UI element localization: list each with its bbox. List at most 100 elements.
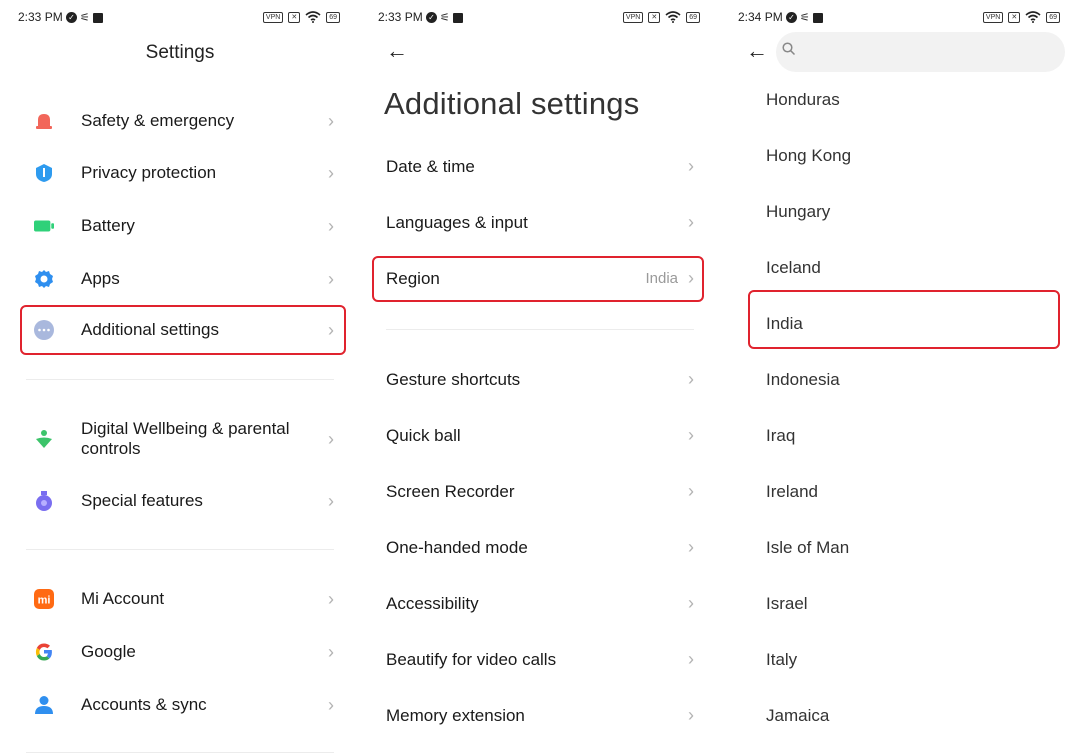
region-item[interactable]: Ireland: [748, 462, 1060, 520]
region-item[interactable]: Iceland: [748, 238, 1060, 296]
region-item[interactable]: Israel: [748, 574, 1060, 632]
region-label: Isle of Man: [766, 538, 850, 557]
settings-item-additional[interactable]: Additional settings ›: [20, 305, 346, 355]
settings-item-accessibility[interactable]: Accessibility ›: [372, 581, 704, 627]
settings-item-special-features[interactable]: Special features ›: [20, 476, 346, 526]
special-features-icon: [34, 491, 54, 511]
settings-item-languages[interactable]: Languages & input ›: [372, 200, 704, 246]
settings-item-label: Quick ball: [386, 426, 461, 445]
search-bar[interactable]: [776, 32, 1065, 72]
region-value: India: [645, 270, 678, 287]
settings-item-apps[interactable]: Apps ›: [20, 254, 346, 304]
settings-item-label: Beautify for video calls: [386, 650, 557, 669]
settings-item-label: Screen Recorder: [386, 482, 515, 501]
vpn-icon: VPN: [262, 11, 284, 23]
chevron-right-icon: ›: [328, 110, 334, 131]
notification-icons: ✓ ⚟: [786, 11, 823, 24]
divider: [26, 549, 334, 550]
region-label: Jamaica: [766, 706, 830, 725]
settings-item-label: Gesture shortcuts: [386, 370, 521, 389]
settings-item-screen-recorder[interactable]: Screen Recorder ›: [372, 469, 704, 515]
settings-item-label: Mi Account: [81, 589, 165, 608]
settings-item-label: Special features: [81, 491, 203, 510]
region-item[interactable]: Italy: [748, 630, 1060, 688]
settings-item-label: Privacy protection: [81, 163, 217, 182]
region-item[interactable]: Isle of Man: [748, 518, 1060, 576]
settings-item-one-handed-mode[interactable]: One-handed mode ›: [372, 525, 704, 571]
no-sim-icon: ✕: [648, 11, 661, 23]
status-time: 2:34 PM: [738, 10, 783, 24]
divider: [26, 379, 334, 380]
chevron-right-icon: ›: [688, 369, 694, 389]
chevron-right-icon: ›: [328, 162, 334, 183]
region-label: Indonesia: [766, 370, 840, 389]
region-item-selected[interactable]: India: [748, 290, 1060, 349]
chevron-right-icon: ›: [688, 481, 694, 501]
region-label: Italy: [766, 650, 798, 669]
back-arrow-icon[interactable]: ←: [386, 38, 408, 64]
settings-item-privacy[interactable]: Privacy protection ›: [20, 148, 346, 198]
battery-icon: [34, 216, 54, 236]
more-dots-icon: [34, 320, 54, 340]
battery-level: 69: [686, 11, 700, 23]
signal-icon: ⚟: [80, 12, 90, 24]
settings-item-label: Digital Wellbeing & parental controls: [81, 419, 290, 458]
divider: [386, 329, 694, 330]
wifi-icon: [665, 11, 681, 23]
region-item[interactable]: Hong Kong: [748, 126, 1060, 184]
system-icons: VPN ✕ 69: [262, 11, 340, 23]
wifi-icon: [305, 11, 321, 23]
wifi-icon: [1025, 11, 1041, 23]
settings-item-date-time[interactable]: Date & time ›: [372, 144, 704, 190]
google-icon: [34, 642, 54, 662]
settings-item-mi-account[interactable]: mi Mi Account ›: [20, 574, 346, 624]
search-input[interactable]: [800, 32, 1050, 72]
status-bar: 2:34 PM ✓ ⚟ VPN ✕ 69: [720, 9, 1080, 27]
additional-settings-screen: 2:33 PM ✓ ⚟ VPN ✕ 69 ← Additional settin…: [360, 0, 720, 756]
region-item[interactable]: Indonesia: [748, 350, 1060, 408]
settings-item-accounts-sync[interactable]: Accounts & sync ›: [20, 680, 346, 730]
chevron-right-icon: ›: [328, 490, 334, 511]
settings-item-beautify-video-calls[interactable]: Beautify for video calls ›: [372, 637, 704, 683]
back-arrow-icon[interactable]: ←: [746, 38, 768, 64]
settings-item-label: Safety & emergency: [81, 111, 235, 130]
settings-item-region[interactable]: Region India ›: [372, 256, 704, 302]
settings-item-safety[interactable]: Safety & emergency ›: [20, 96, 346, 146]
region-item[interactable]: Jamaica: [748, 686, 1060, 744]
svg-text:mi: mi: [38, 595, 51, 607]
status-bar: 2:33 PM ✓ ⚟ VPN ✕ 69: [0, 9, 360, 27]
page-title: Settings: [145, 42, 215, 63]
notification-icons: ✓ ⚟: [426, 11, 463, 24]
gear-icon: [34, 269, 54, 289]
settings-item-label: Apps: [81, 269, 120, 288]
settings-item-digital-wellbeing[interactable]: Digital Wellbeing & parental controls ›: [20, 414, 346, 464]
signal-icon: ⚟: [440, 12, 450, 24]
check-circle-icon: ✓: [786, 12, 797, 23]
status-time: 2:33 PM: [18, 10, 63, 24]
bell-icon: [34, 111, 54, 131]
region-label: Ireland: [766, 482, 818, 501]
region-item[interactable]: Iraq: [748, 406, 1060, 464]
check-circle-icon: ✓: [426, 12, 437, 23]
settings-item-quick-ball[interactable]: Quick ball ›: [372, 413, 704, 459]
upload-icon: [452, 12, 463, 23]
region-item[interactable]: Hungary: [748, 182, 1060, 240]
settings-item-gesture-shortcuts[interactable]: Gesture shortcuts ›: [372, 357, 704, 403]
region-list-screen: 2:34 PM ✓ ⚟ VPN ✕ 69 ← Honduras Hong Kon…: [720, 0, 1080, 756]
chevron-right-icon: ›: [328, 641, 334, 662]
region-label: Iceland: [766, 258, 821, 277]
vpn-icon: VPN: [622, 11, 644, 23]
status-time: 2:33 PM: [378, 10, 423, 24]
mi-logo-icon: mi: [34, 589, 54, 609]
settings-item-label: Date & time: [386, 157, 475, 176]
settings-item-battery[interactable]: Battery ›: [20, 201, 346, 251]
upload-icon: [812, 12, 823, 23]
chevron-right-icon: ›: [688, 649, 694, 669]
region-item[interactable]: Honduras: [748, 70, 1060, 128]
settings-item-google[interactable]: Google ›: [20, 627, 346, 677]
settings-item-label: Additional settings: [81, 320, 219, 339]
settings-item-memory-extension[interactable]: Memory extension ›: [372, 693, 704, 739]
settings-item-label: Google: [81, 642, 136, 661]
check-circle-icon: ✓: [66, 12, 77, 23]
battery-level: 69: [326, 11, 340, 23]
